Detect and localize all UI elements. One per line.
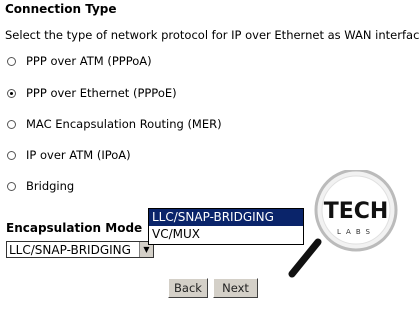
option-bridging[interactable]: Bridging (7, 179, 74, 193)
option-label: Bridging (26, 179, 75, 193)
radio-button[interactable] (7, 181, 16, 191)
page-title: Connection Type (5, 2, 117, 16)
next-button[interactable]: Next (213, 278, 258, 298)
radio-button[interactable] (7, 150, 16, 160)
option-mer[interactable]: MAC Encapsulation Routing (MER) (7, 117, 222, 131)
option-label: IP over ATM (IPoA) (26, 148, 131, 162)
option-label: MAC Encapsulation Routing (MER) (26, 117, 222, 131)
option-ipoa[interactable]: IP over ATM (IPoA) (7, 148, 131, 162)
watermark-line2: LABS (337, 228, 375, 236)
watermark-line1: TECH (324, 199, 389, 224)
radio-button-checked[interactable] (7, 88, 16, 98)
option-pppoe[interactable]: PPP over Ethernet (PPPoE) (7, 86, 177, 100)
encapsulation-mode-select[interactable]: LLC/SNAP-BRIDGING ▼ (6, 241, 154, 258)
radio-button[interactable] (7, 119, 16, 129)
page-description: Select the type of network protocol for … (5, 28, 419, 42)
option-label: PPP over ATM (PPPoA) (26, 54, 152, 68)
magnifier-icon: TECH LABS (288, 170, 398, 278)
radio-button[interactable] (7, 56, 16, 66)
select-value: LLC/SNAP-BRIDGING (9, 242, 131, 257)
back-button[interactable]: Back (168, 278, 208, 298)
option-pppoa[interactable]: PPP over ATM (PPPoA) (7, 54, 152, 68)
encapsulation-mode-label: Encapsulation Mode (6, 221, 143, 235)
option-label: PPP over Ethernet (PPPoE) (26, 86, 177, 100)
